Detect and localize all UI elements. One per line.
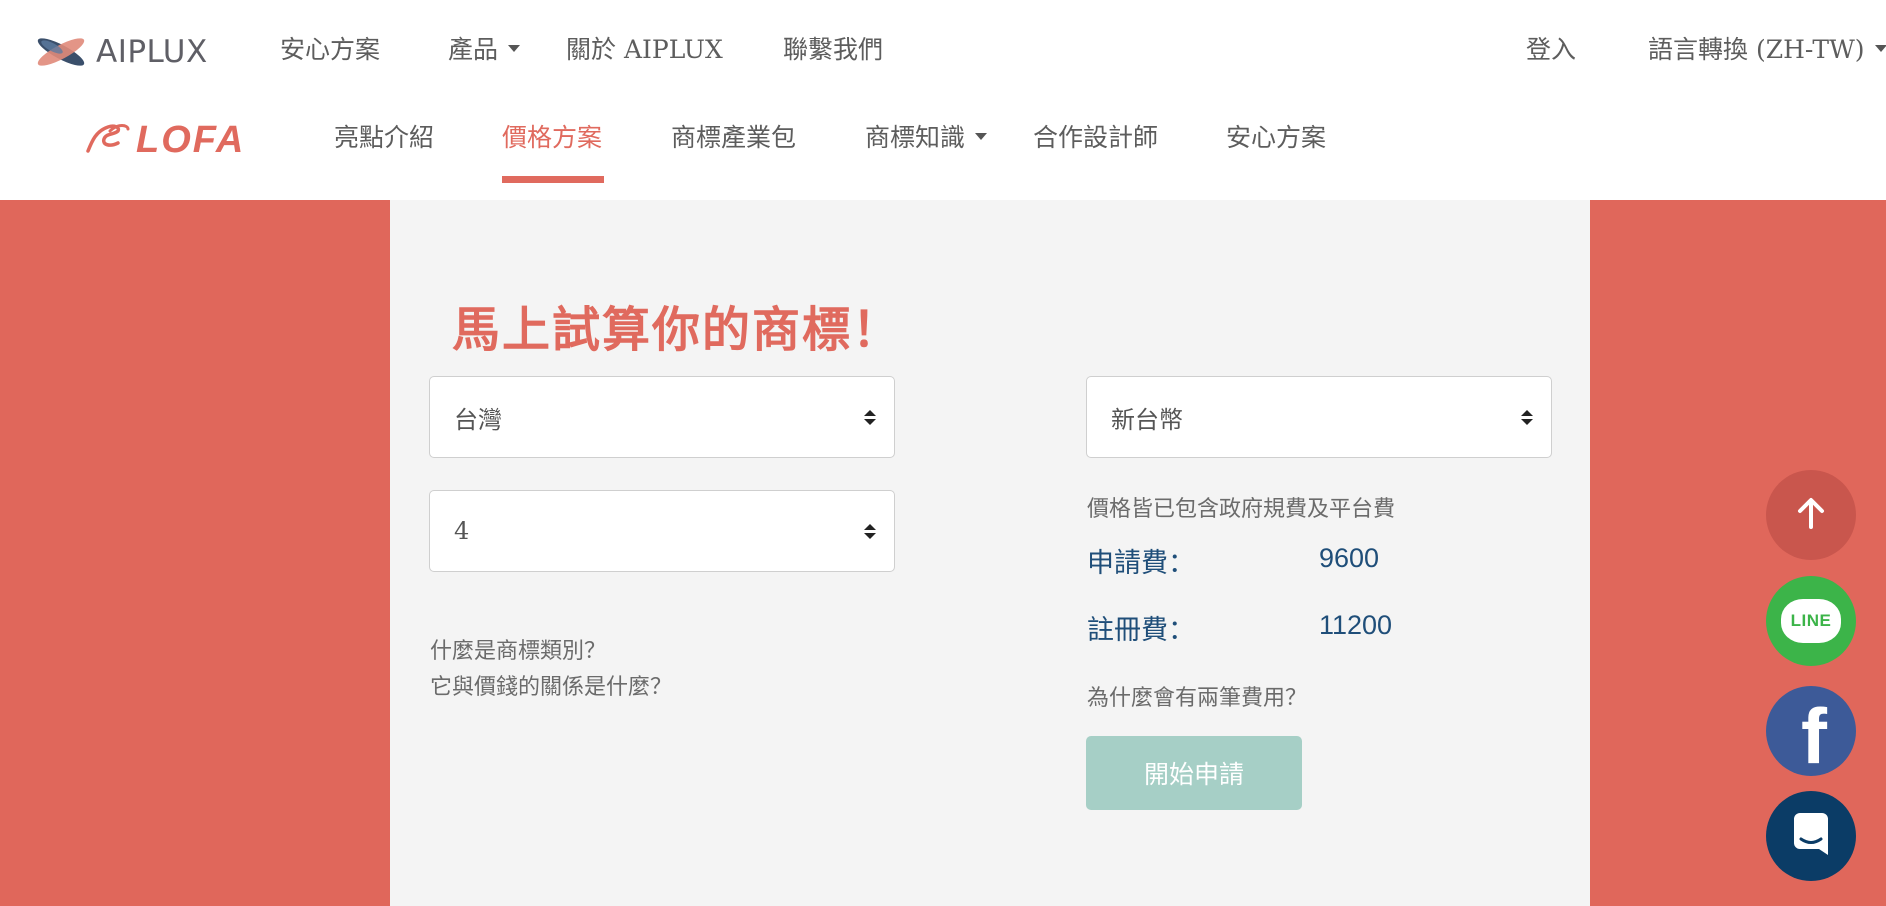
class-count-select[interactable]: 4 (429, 490, 895, 572)
select-arrows-icon (1521, 409, 1533, 425)
facebook-icon: f (1801, 692, 1827, 780)
top-navbar: AIPLUX 安心方案 產品 關於 AIPLUX 聯繫我們 登入 語言轉換 (Z… (0, 0, 1886, 98)
nav-item-label: 安心方案 (280, 35, 381, 64)
application-fee-value: 9600 (1319, 543, 1380, 573)
select-arrows-icon (864, 409, 876, 425)
sub-nav-label: 商標知識 (865, 123, 966, 152)
aiplux-logo[interactable]: AIPLUX (32, 32, 208, 72)
sub-nav-peace-plan[interactable]: 安心方案 (1226, 118, 1326, 154)
login-link[interactable]: 登入 (1526, 30, 1576, 66)
chat-bubble-icon (1788, 811, 1834, 861)
facebook-button[interactable]: f (1766, 686, 1856, 776)
calculator-title: 馬上試算你的商標！ (452, 302, 903, 358)
sub-nav-label: 價格方案 (502, 123, 603, 152)
sub-nav-label: 亮點介紹 (334, 123, 435, 152)
currency-select-value: 新台幣 (1111, 405, 1183, 434)
aiplux-wordmark: AIPLUX (96, 34, 208, 70)
help-line-1: 什麼是商標類別？ (430, 639, 607, 664)
language-switcher[interactable]: 語言轉換 (ZH-TW) (1648, 30, 1886, 66)
currency-select[interactable]: 新台幣 (1086, 376, 1552, 458)
lofa-logo[interactable]: LOFA (84, 118, 245, 162)
sub-nav-designers[interactable]: 合作設計師 (1033, 118, 1158, 154)
nav-item-peace-plan[interactable]: 安心方案 (280, 30, 380, 66)
nav-item-products[interactable]: 產品 (448, 30, 521, 66)
start-application-button[interactable]: 開始申請 (1086, 736, 1302, 810)
sub-nav-industry-packs[interactable]: 商標產業包 (671, 118, 796, 154)
sub-navbar: LOFA 亮點介紹 價格方案 商標產業包 商標知識 合作設計師 安心方案 (0, 98, 1886, 200)
active-tab-indicator (502, 176, 604, 183)
aiplux-logo-icon (32, 32, 90, 72)
chevron-down-icon (975, 132, 988, 140)
nav-item-label: 產品 (448, 35, 499, 64)
nav-item-label: 聯繫我們 (783, 35, 884, 64)
registration-fee-label: 註冊費： (1087, 615, 1195, 646)
sub-nav-pricing[interactable]: 價格方案 (502, 118, 602, 154)
login-label: 登入 (1526, 35, 1577, 64)
line-button[interactable]: LINE (1766, 576, 1856, 666)
registration-fee-value: 11200 (1319, 610, 1393, 640)
help-line-2: 它與價錢的關係是什麼？ (430, 675, 673, 700)
lofa-bird-icon (84, 121, 132, 159)
class-count-select-value: 4 (454, 517, 470, 545)
sub-nav-label: 安心方案 (1226, 123, 1327, 152)
chevron-down-icon (508, 44, 521, 52)
country-select[interactable]: 台灣 (429, 376, 895, 458)
price-note: 價格皆已包含政府規費及平台費 (1087, 497, 1396, 522)
sub-nav-label: 商標產業包 (671, 123, 797, 152)
sub-nav-label: 合作設計師 (1033, 123, 1159, 152)
why-two-fees-link[interactable]: 為什麼會有兩筆費用？ (1087, 680, 1307, 712)
line-icon: LINE (1781, 599, 1841, 643)
country-select-value: 台灣 (454, 405, 502, 434)
sub-nav-trademark-knowledge[interactable]: 商標知識 (865, 118, 988, 154)
nav-item-label: 關於 AIPLUX (566, 35, 723, 64)
nav-item-about[interactable]: 關於 AIPLUX (566, 30, 723, 66)
language-label: 語言轉換 (ZH-TW) (1648, 35, 1865, 64)
scroll-to-top-button[interactable] (1766, 470, 1856, 560)
trademark-class-help[interactable]: 什麼是商標類別？ 它與價錢的關係是什麼？ (430, 634, 672, 706)
nav-item-contact[interactable]: 聯繫我們 (783, 30, 883, 66)
chat-button[interactable] (1766, 791, 1856, 881)
application-fee-label: 申請費： (1087, 548, 1195, 579)
sub-nav-highlights[interactable]: 亮點介紹 (334, 118, 434, 154)
select-arrows-icon (864, 523, 876, 539)
arrow-up-icon (1795, 496, 1827, 534)
lofa-wordmark: LOFA (136, 118, 246, 161)
chevron-down-icon (1874, 44, 1886, 52)
